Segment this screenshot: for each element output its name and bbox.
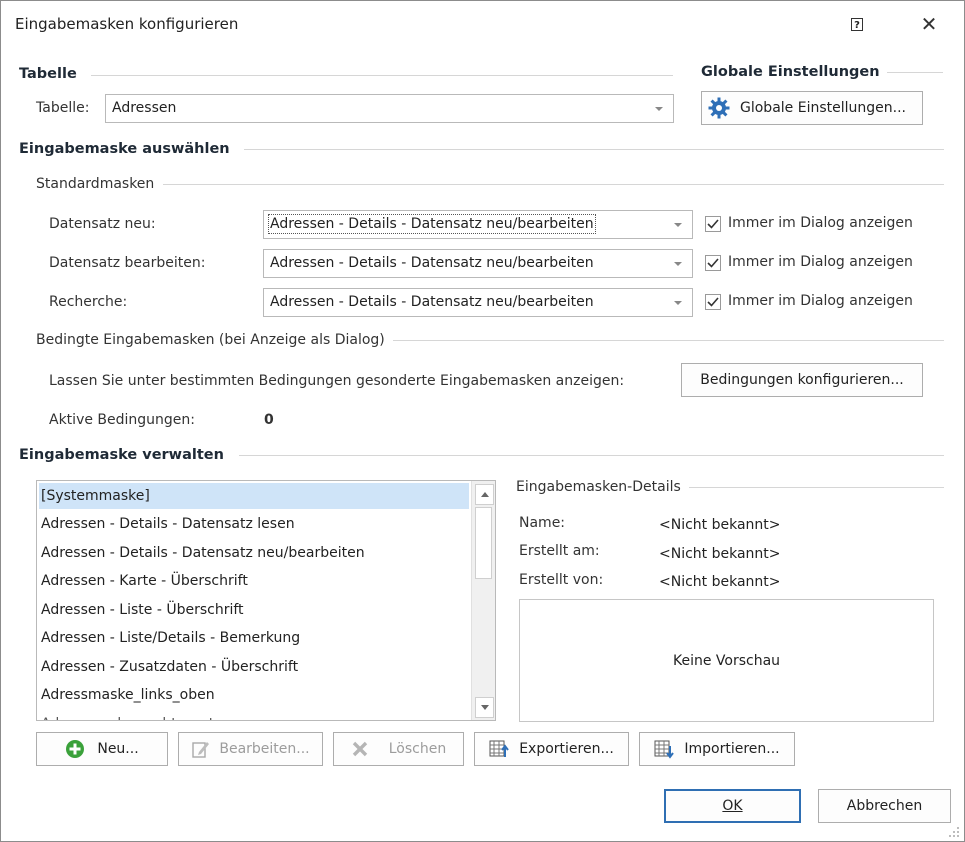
window-title: Eingabemasken konfigurieren	[15, 15, 239, 33]
edit-button[interactable]: Bearbeiten...	[178, 732, 323, 766]
aktive-label: Aktive Bedingungen:	[49, 412, 196, 428]
ok-button-label: OK	[722, 798, 743, 814]
row-label-neu: Datensatz neu:	[49, 216, 156, 232]
ok-button[interactable]: OK	[664, 789, 801, 823]
checkbox-recherche-label: Immer im Dialog anzeigen	[728, 293, 913, 309]
detail-author-value: <Nicht bekannt>	[659, 574, 781, 590]
delete-button-label: Löschen	[388, 741, 447, 757]
list-item[interactable]: Adressmaske_links_oben	[41, 682, 215, 708]
list-item[interactable]: Adressen - Liste/Details - Bemerkung	[41, 625, 300, 651]
bedingte-text: Lassen Sie unter bestimmten Bedingungen …	[49, 373, 625, 389]
resize-grip-icon[interactable]	[947, 825, 961, 839]
delete-icon	[352, 741, 367, 757]
combo-datensatz-bearbeiten[interactable]: Adressen - Details - Datensatz neu/bearb…	[263, 249, 693, 278]
edit-icon	[192, 742, 210, 758]
import-button-label: Importieren...	[684, 741, 780, 757]
divider	[91, 75, 673, 76]
import-icon	[654, 740, 675, 759]
row-label-recherche: Recherche:	[49, 294, 128, 310]
export-button-label: Exportieren...	[519, 741, 614, 757]
gear-icon	[708, 97, 730, 119]
detail-created-value: <Nicht bekannt>	[659, 546, 781, 562]
chevron-down-icon	[480, 705, 489, 710]
section-global: Globale Einstellungen	[701, 64, 880, 80]
checkbox-neu-label: Immer im Dialog anzeigen	[728, 215, 913, 231]
divider	[239, 455, 944, 456]
global-settings-label: Globale Einstellungen...	[740, 100, 906, 116]
checkbox-bearbeiten-label: Immer im Dialog anzeigen	[728, 254, 913, 270]
delete-button[interactable]: Löschen	[333, 732, 464, 766]
edit-button-label: Bearbeiten...	[219, 741, 310, 757]
list-item-partial[interactable]: Adressmaske_rechts_unten	[41, 711, 232, 720]
tabelle-label: Tabelle:	[36, 100, 90, 116]
dialog-window: Eingabemasken konfigurieren ? ✕ Tabelle …	[0, 0, 965, 842]
detail-author-label: Erstellt von:	[519, 572, 604, 588]
export-icon	[489, 740, 509, 757]
chevron-down-icon	[674, 262, 682, 266]
aktive-value: 0	[264, 412, 274, 428]
checkbox-neu[interactable]	[705, 216, 721, 232]
detail-created-label: Erstellt am:	[519, 543, 600, 559]
checkmark-icon	[707, 258, 719, 268]
scroll-down-button[interactable]	[475, 697, 494, 718]
import-button[interactable]: Importieren...	[639, 732, 795, 766]
checkbox-bearbeiten[interactable]	[705, 255, 721, 271]
mask-listbox[interactable]: [Systemmaske] Adressen - Details - Daten…	[36, 480, 496, 721]
combo-datensatz-neu[interactable]: Adressen - Details - Datensatz neu/bearb…	[263, 210, 693, 239]
global-settings-button[interactable]: Globale Einstellungen...	[701, 91, 923, 125]
combo-recherche-value: Adressen - Details - Datensatz neu/bearb…	[270, 294, 594, 310]
list-item[interactable]: Adressen - Zusatzdaten - Überschrift	[41, 654, 298, 680]
divider	[163, 184, 944, 185]
bedingte-header: Bedingte Eingabemasken (bei Anzeige als …	[36, 332, 385, 348]
list-item[interactable]: Adressen - Karte - Überschrift	[41, 568, 248, 594]
chevron-up-icon	[480, 492, 489, 497]
configure-conditions-button[interactable]: Bedingungen konfigurieren...	[681, 363, 923, 397]
tabelle-combo[interactable]: Adressen	[105, 94, 674, 123]
chevron-down-icon	[674, 223, 682, 227]
list-item[interactable]: Adressen - Details - Datensatz neu/bearb…	[41, 540, 365, 566]
checkmark-icon	[707, 219, 719, 229]
list-item[interactable]: Adressen - Details - Datensatz lesen	[41, 511, 295, 537]
preview-box: Keine Vorschau	[519, 599, 934, 722]
divider	[393, 340, 944, 341]
tabelle-combo-value: Adressen	[112, 100, 177, 116]
section-tabelle: Tabelle	[19, 66, 77, 82]
new-button-label: Neu...	[97, 741, 139, 757]
list-item[interactable]: Adressen - Liste - Überschrift	[41, 597, 244, 623]
help-button[interactable]: ?	[837, 6, 877, 42]
detail-name-label: Name:	[519, 515, 566, 531]
add-icon	[66, 740, 85, 758]
listbox-scrollbar[interactable]	[471, 481, 495, 720]
preview-label: Keine Vorschau	[672, 652, 781, 669]
details-header: Eingabemasken-Details	[516, 479, 681, 495]
cancel-button[interactable]: Abbrechen	[818, 789, 951, 823]
combo-datensatz-bearbeiten-value: Adressen - Details - Datensatz neu/bearb…	[270, 255, 594, 271]
scroll-thumb[interactable]	[475, 507, 492, 579]
scroll-up-button[interactable]	[475, 484, 494, 505]
detail-name-value: <Nicht bekannt>	[659, 517, 781, 533]
export-button[interactable]: Exportieren...	[474, 732, 629, 766]
cancel-button-label: Abbrechen	[846, 798, 923, 814]
list-item[interactable]: [Systemmaske]	[39, 483, 469, 509]
help-icon: ?	[851, 17, 863, 31]
section-verwalten: Eingabemaske verwalten	[19, 447, 224, 463]
divider	[887, 72, 943, 73]
close-icon: ✕	[920, 12, 938, 36]
combo-recherche[interactable]: Adressen - Details - Datensatz neu/bearb…	[263, 288, 693, 317]
divider	[689, 487, 944, 488]
checkbox-recherche[interactable]	[705, 294, 721, 310]
divider	[244, 149, 944, 150]
new-button[interactable]: Neu...	[36, 732, 168, 766]
chevron-down-icon	[674, 301, 682, 305]
standardmasken-header: Standardmasken	[36, 176, 155, 192]
combo-datensatz-neu-value: Adressen - Details - Datensatz neu/bearb…	[268, 214, 596, 234]
close-button[interactable]: ✕	[909, 6, 949, 42]
section-auswahl: Eingabemaske auswählen	[19, 141, 230, 157]
checkmark-icon	[707, 297, 719, 307]
chevron-down-icon	[655, 107, 663, 111]
row-label-bearbeiten: Datensatz bearbeiten:	[49, 255, 206, 271]
